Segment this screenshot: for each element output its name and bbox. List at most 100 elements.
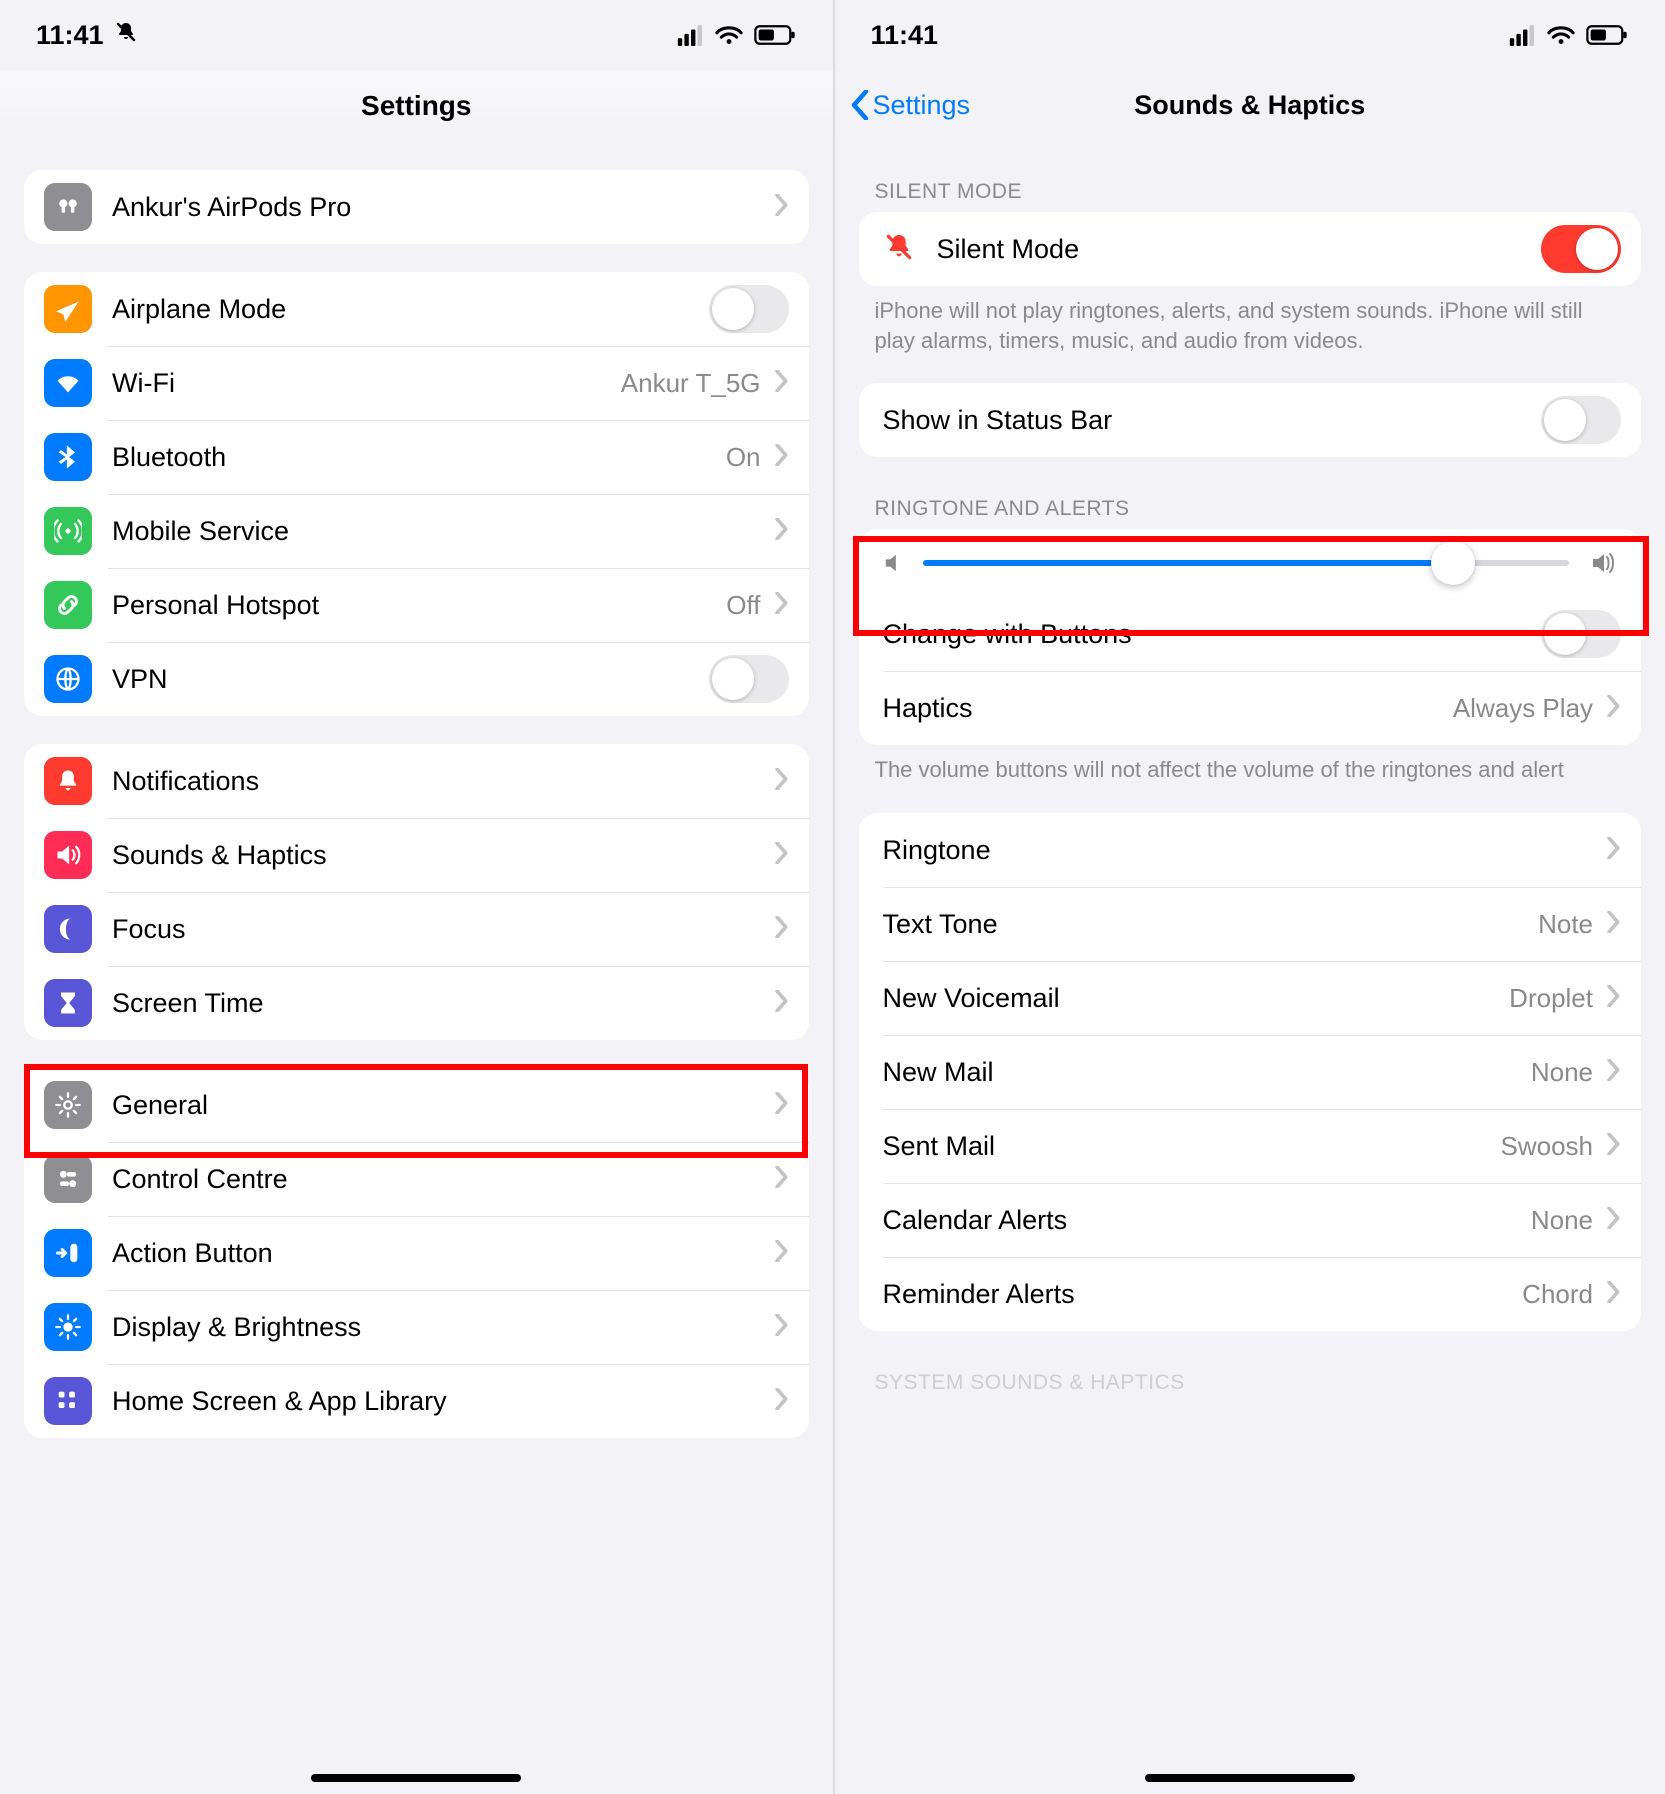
battery-icon: [1585, 23, 1629, 47]
personal-hotspot-detail: Off: [726, 590, 760, 621]
airpods-label: Ankur's AirPods Pro: [112, 192, 769, 223]
new-mail-detail: None: [1531, 1057, 1593, 1088]
general-label: General: [112, 1090, 769, 1121]
nav-bar: Settings Sounds & Haptics: [835, 70, 1665, 140]
chevron-right-icon: [1607, 1059, 1621, 1086]
wifi-icon: [1547, 24, 1575, 46]
chevron-right-icon: [775, 1388, 789, 1415]
ringtone-row[interactable]: Ringtone: [859, 813, 1642, 887]
vpn-label: VPN: [112, 664, 709, 695]
airplane-mode-row[interactable]: Airplane Mode: [24, 272, 809, 346]
chevron-right-icon: [775, 990, 789, 1017]
wifi-detail: Ankur T_5G: [621, 368, 761, 399]
silent-mode-footer: iPhone will not play ringtones, alerts, …: [875, 296, 1626, 355]
vpn-row[interactable]: VPN: [24, 642, 809, 716]
home-screen-row[interactable]: Home Screen & App Library: [24, 1364, 809, 1438]
focus-icon: [44, 905, 92, 953]
change-with-buttons-toggle[interactable]: [1541, 610, 1621, 658]
silent-mode-row[interactable]: Silent Mode: [859, 212, 1642, 286]
bluetooth-label: Bluetooth: [112, 442, 726, 473]
notifications-label: Notifications: [112, 766, 769, 797]
bluetooth-row[interactable]: Bluetooth On: [24, 420, 809, 494]
group-tones: Ringtone Text Tone Note New Voicemail Dr…: [859, 813, 1642, 1331]
general-icon: [44, 1081, 92, 1129]
action-button-row[interactable]: Action Button: [24, 1216, 809, 1290]
airpods-icon: [44, 183, 92, 231]
silent-mode-toggle[interactable]: [1541, 225, 1621, 273]
sent-mail-detail: Swoosh: [1501, 1131, 1594, 1162]
chevron-right-icon: [775, 1240, 789, 1267]
personal-hotspot-row[interactable]: Personal Hotspot Off: [24, 568, 809, 642]
show-in-status-bar-row[interactable]: Show in Status Bar: [859, 383, 1642, 457]
status-icons: [1509, 23, 1629, 47]
bluetooth-detail: On: [726, 442, 761, 473]
group-silent-mode: Silent Mode: [859, 212, 1642, 286]
display-icon: [44, 1303, 92, 1351]
change-with-buttons-row[interactable]: Change with Buttons: [859, 597, 1642, 671]
chevron-right-icon: [775, 518, 789, 545]
change-with-buttons-label: Change with Buttons: [883, 619, 1542, 650]
silent-mode-label: Silent Mode: [937, 234, 1542, 265]
vpn-icon: [44, 655, 92, 703]
chevron-right-icon: [775, 194, 789, 221]
calendar-alerts-row[interactable]: Calendar Alerts None: [859, 1183, 1642, 1257]
system-sounds-header: SYSTEM SOUNDS & HAPTICS: [875, 1371, 1626, 1395]
wifi-icon: [44, 359, 92, 407]
general-row[interactable]: General: [24, 1068, 809, 1142]
display-brightness-label: Display & Brightness: [112, 1312, 769, 1343]
show-in-status-bar-toggle[interactable]: [1541, 396, 1621, 444]
new-mail-row[interactable]: New Mail None: [859, 1035, 1642, 1109]
text-tone-row[interactable]: Text Tone Note: [859, 887, 1642, 961]
bluetooth-icon: [44, 433, 92, 481]
chevron-left-icon: [849, 90, 871, 120]
page-title: Settings: [0, 90, 833, 122]
chevron-right-icon: [1607, 985, 1621, 1012]
vpn-toggle[interactable]: [709, 655, 789, 703]
volume-slider-thumb[interactable]: [1431, 541, 1475, 585]
chevron-right-icon: [1607, 1207, 1621, 1234]
notifications-row[interactable]: Notifications: [24, 744, 809, 818]
control-centre-icon: [44, 1155, 92, 1203]
control-centre-row[interactable]: Control Centre: [24, 1142, 809, 1216]
airpods-row[interactable]: Ankur's AirPods Pro: [24, 170, 809, 244]
action-button-label: Action Button: [112, 1238, 769, 1269]
reminder-alerts-row[interactable]: Reminder Alerts Chord: [859, 1257, 1642, 1331]
display-brightness-row[interactable]: Display & Brightness: [24, 1290, 809, 1364]
chevron-right-icon: [775, 370, 789, 397]
chevron-right-icon: [775, 916, 789, 943]
chevron-right-icon: [1607, 911, 1621, 938]
airplane-mode-label: Airplane Mode: [112, 294, 709, 325]
silent-mode-header: SILENT MODE: [875, 180, 1626, 204]
group-ringtone-alerts: Change with Buttons Haptics Always Play: [859, 529, 1642, 745]
focus-row[interactable]: Focus: [24, 892, 809, 966]
volume-slider-row: [859, 529, 1642, 597]
home-screen-label: Home Screen & App Library: [112, 1386, 769, 1417]
status-icons: [677, 23, 797, 47]
chevron-right-icon: [1607, 695, 1621, 722]
airplane-mode-toggle[interactable]: [709, 285, 789, 333]
sounds-haptics-label: Sounds & Haptics: [112, 840, 769, 871]
screen-time-icon: [44, 979, 92, 1027]
mobile-service-row[interactable]: Mobile Service: [24, 494, 809, 568]
haptics-label: Haptics: [883, 693, 1453, 724]
sent-mail-row[interactable]: Sent Mail Swoosh: [859, 1109, 1642, 1183]
wifi-row[interactable]: Wi-Fi Ankur T_5G: [24, 346, 809, 420]
sounds-haptics-row[interactable]: Sounds & Haptics: [24, 818, 809, 892]
group-connectivity: Airplane Mode Wi-Fi Ankur T_5G Bluetooth…: [24, 272, 809, 716]
chevron-right-icon: [775, 1092, 789, 1119]
new-voicemail-row[interactable]: New Voicemail Droplet: [859, 961, 1642, 1035]
status-bar: 11:41: [0, 0, 833, 70]
screen-time-row[interactable]: Screen Time: [24, 966, 809, 1040]
volume-slider[interactable]: [923, 560, 1570, 566]
group-general: General Control Centre Action Button Dis…: [24, 1068, 809, 1438]
status-time: 11:41: [36, 20, 104, 51]
back-button[interactable]: Settings: [835, 90, 971, 121]
group-attention: Notifications Sounds & Haptics Focus Scr…: [24, 744, 809, 1040]
sent-mail-label: Sent Mail: [883, 1131, 1501, 1162]
chevron-right-icon: [775, 1314, 789, 1341]
home-indicator[interactable]: [1145, 1774, 1355, 1782]
haptics-row[interactable]: Haptics Always Play: [859, 671, 1642, 745]
new-mail-label: New Mail: [883, 1057, 1531, 1088]
home-indicator[interactable]: [311, 1774, 521, 1782]
chevron-right-icon: [775, 1166, 789, 1193]
